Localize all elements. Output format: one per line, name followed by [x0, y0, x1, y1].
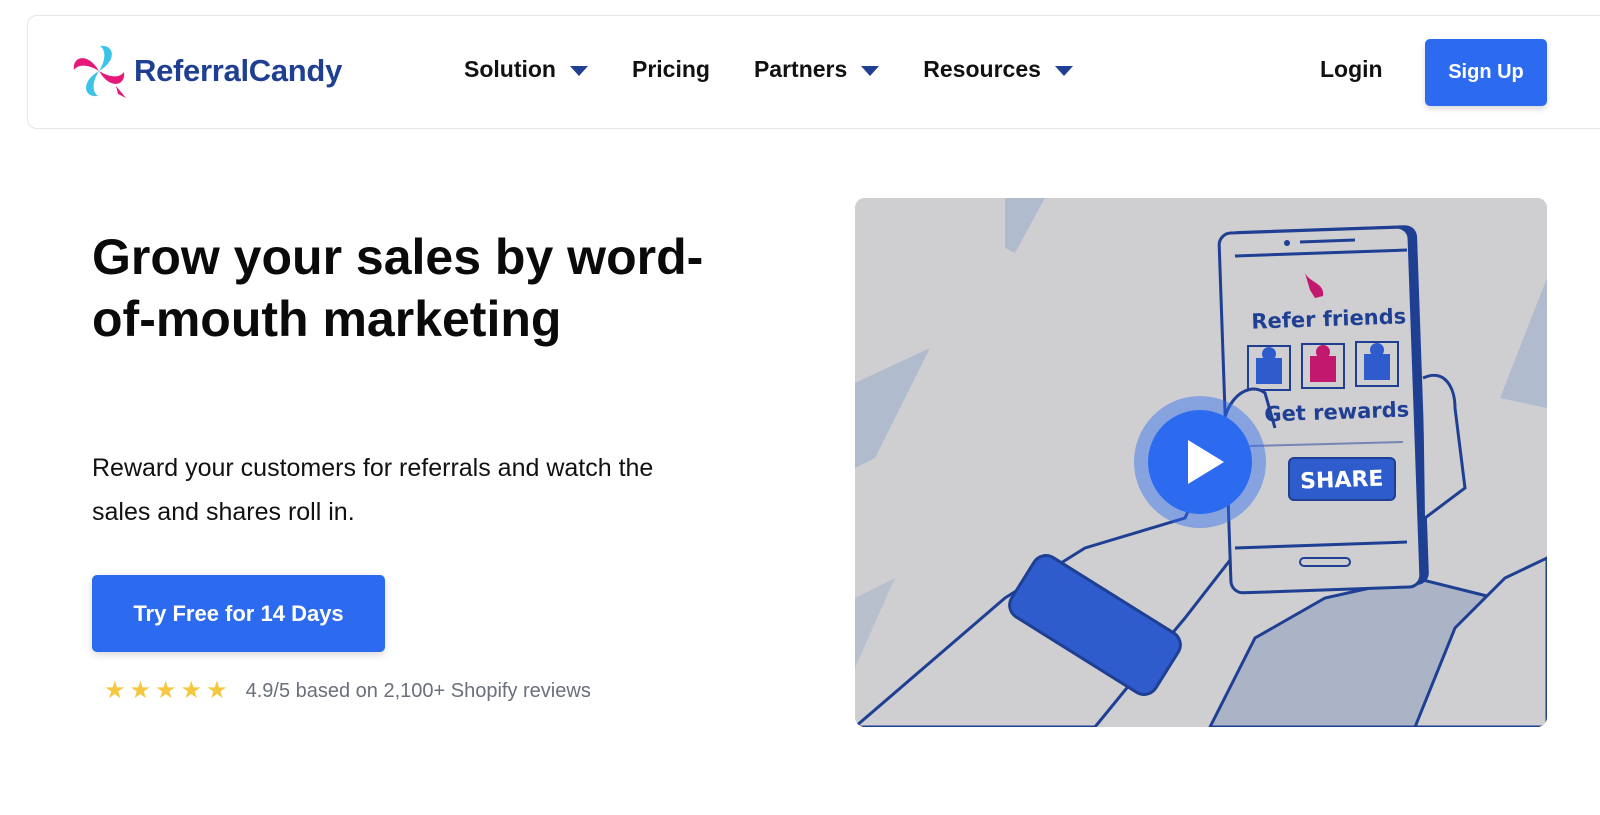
brand-logo[interactable]: ReferralCandy [70, 42, 342, 100]
nav-solution-label: Solution [464, 56, 556, 82]
gift-icon [1355, 341, 1399, 387]
star-icon: ★ [206, 677, 228, 704]
star-icon: ★ [129, 677, 152, 704]
star-icon: ★ [104, 677, 126, 704]
brand-name: ReferralCandy [134, 53, 343, 88]
star-icon: ★ [180, 677, 203, 704]
chevron-down-icon [1054, 65, 1073, 76]
play-button[interactable] [1134, 396, 1266, 528]
star-icon: ★ [155, 677, 177, 704]
nav-solution[interactable]: Solution [464, 56, 588, 83]
nav-partners[interactable]: Partners [753, 56, 880, 83]
nav-resources[interactable]: Resources [923, 56, 1073, 83]
rating-row: ★ ★ ★ ★ ★ 4.9/5 based on 2,100+ Shopify … [104, 679, 591, 703]
play-icon [1188, 440, 1224, 484]
hero-subtext: Reward your customers for referrals and … [92, 454, 654, 526]
logo-icon [73, 45, 126, 98]
site-header: ReferralCandy Solution Pricing Partners … [27, 15, 1600, 129]
phone-subtitle: Get rewards [1264, 397, 1410, 426]
play-button-core [1148, 410, 1252, 514]
login-link[interactable]: Login [1320, 56, 1383, 83]
nav-pricing[interactable]: Pricing [632, 56, 710, 83]
nav-partners-label: Partners [753, 56, 848, 82]
nav-pricing-label: Pricing [631, 56, 710, 82]
nav-resources-label: Resources [923, 56, 1041, 82]
signup-button[interactable]: Sign Up [1425, 39, 1547, 106]
try-free-button[interactable]: Try Free for 14 Days [92, 575, 385, 652]
gift-icon [1247, 345, 1291, 391]
hero-headline: Grow your sales by word-of-mouth marketi… [92, 229, 704, 347]
chevron-down-icon [861, 65, 880, 76]
rating-text: 4.9/5 based on 2,100+ Shopify reviews [245, 679, 591, 702]
gift-icon [1301, 343, 1345, 389]
main-nav: Solution Pricing Partners Resources [464, 56, 1117, 83]
chevron-down-icon [569, 65, 588, 76]
phone-share-label: SHARE [1300, 467, 1384, 495]
